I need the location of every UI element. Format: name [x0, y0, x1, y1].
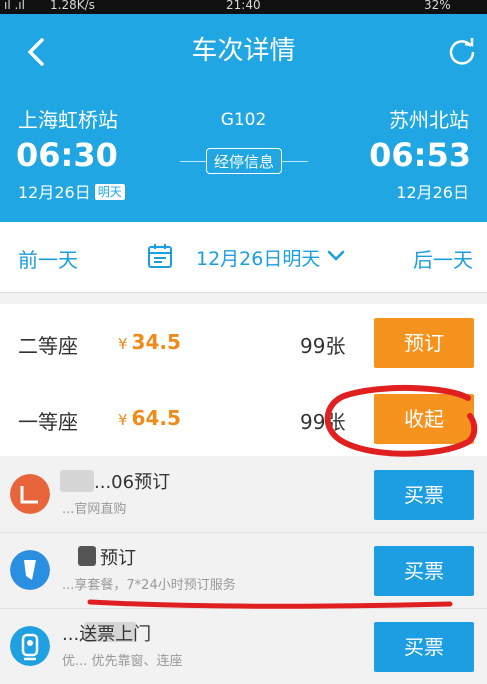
agent-logo-icon	[10, 550, 50, 590]
battery-level: 32%	[424, 0, 451, 12]
buy-ticket-button[interactable]: 买票	[374, 622, 474, 672]
agent-logo-icon	[10, 474, 50, 514]
departure-time: 06:30	[16, 136, 118, 174]
book-button[interactable]: 预订	[374, 318, 474, 368]
clock: 21:40	[226, 0, 261, 12]
arrival-station: 苏州北站	[389, 108, 469, 132]
redacted-area	[60, 470, 94, 492]
booking-agent-list: ...06预订 ...官网直购 买票 预订 ...享套餐，7*24小时预订服务 …	[0, 456, 487, 684]
seat-row-second-class: 二等座 ¥34.5 99张 预订	[0, 304, 487, 385]
seat-class-label: 一等座	[18, 410, 78, 434]
currency-symbol: ¥	[118, 335, 128, 353]
buy-ticket-button[interactable]: 买票	[374, 470, 474, 520]
redacted-area	[78, 546, 96, 566]
chevron-down-icon[interactable]	[325, 244, 347, 266]
page-title: 车次详情	[191, 36, 296, 66]
agent-name: ...送票上门	[62, 624, 152, 645]
refresh-icon	[449, 38, 475, 65]
departure-date: 12月26日 明天	[18, 179, 125, 203]
selected-date[interactable]: 12月26日明天	[196, 244, 320, 271]
agent-name: 预订	[100, 548, 136, 569]
next-day-button[interactable]: 后一天	[413, 244, 473, 273]
agent-name: ...06预订	[94, 472, 171, 493]
departure-date-text: 12月26日	[18, 183, 91, 202]
agent-description: ...官网直购	[62, 502, 127, 517]
date-selector-bar: 前一天 12月26日明天 后一天	[0, 222, 487, 293]
signal-indicator: ıl .ıl	[4, 0, 25, 12]
price-value: 34.5	[131, 330, 181, 354]
calendar-icon[interactable]	[146, 242, 174, 270]
refresh-button[interactable]	[445, 34, 479, 68]
stop-info-button[interactable]: 经停信息	[206, 148, 282, 174]
tomorrow-badge: 明天	[94, 184, 125, 200]
status-bar: ıl .ıl 1.28K/s 21:40 32%	[0, 0, 487, 14]
network-speed: 1.28K/s	[50, 0, 95, 12]
divider-line	[180, 161, 206, 162]
seat-price: ¥34.5	[118, 330, 181, 354]
price-value: 64.5	[131, 406, 181, 430]
agent-description: 优... 优先靠窗、连座	[62, 654, 183, 669]
arrival-date: 12月26日	[396, 183, 469, 202]
seat-class-label: 二等座	[18, 334, 78, 358]
divider-line	[282, 161, 308, 162]
currency-symbol: ¥	[118, 411, 128, 429]
list-item: ...送票上门 优... 优先靠窗、连座 买票	[0, 608, 487, 684]
previous-day-button[interactable]: 前一天	[18, 244, 78, 273]
arrival-time: 06:53	[369, 136, 471, 174]
list-item: ...06预订 ...官网直购 买票	[0, 456, 487, 533]
red-circle-annotation	[324, 385, 478, 457]
red-underline-annotation	[87, 599, 453, 609]
train-header: 车次详情 上海虹桥站 G102 苏州北站 06:30 经停信息 06:53 12…	[0, 14, 487, 222]
ticket-count: 99张	[300, 334, 346, 358]
seat-price: ¥64.5	[118, 406, 181, 430]
agent-logo-icon	[10, 626, 50, 666]
